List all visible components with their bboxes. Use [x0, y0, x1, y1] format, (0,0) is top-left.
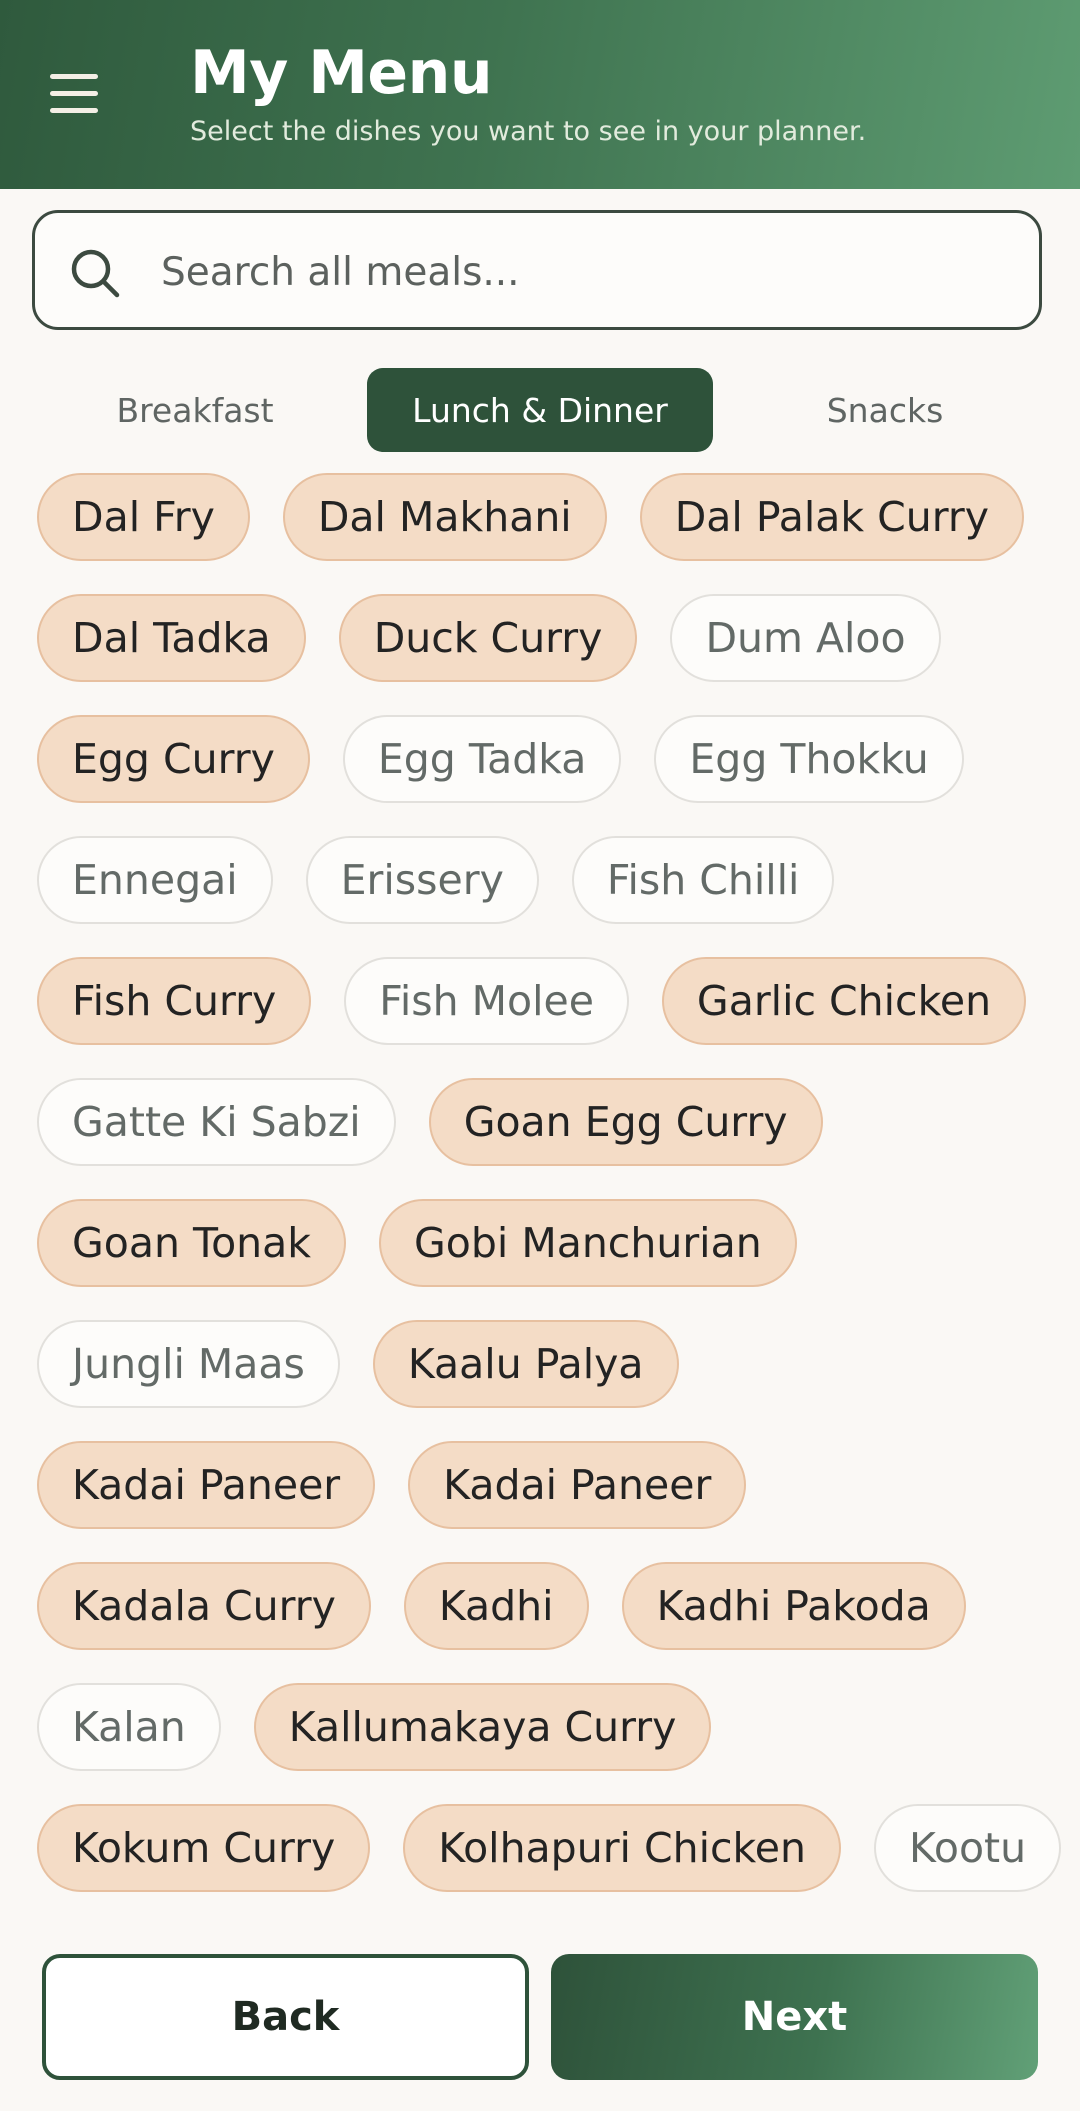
- chip-row: Kadala Curry Kadhi Kadhi Pakoda: [37, 1562, 1047, 1650]
- dish-chip[interactable]: Jungli Maas: [37, 1320, 340, 1408]
- dish-chip-list: Dal Fry Dal Makhani Dal Palak Curry Dal Tad…: [37, 473, 1062, 1925]
- chip-row: Goan Tonak Gobi Manchurian: [37, 1199, 1047, 1287]
- dish-chip[interactable]: Kokum Curry: [37, 1804, 371, 1892]
- chip-row: Ennegai Erissery Fish Chilli: [37, 836, 1047, 924]
- dish-chip[interactable]: Duck Curry: [338, 594, 638, 682]
- chip-row: Kokum Curry Kolhapuri Chicken Kootu: [37, 1804, 1062, 1892]
- dish-chip[interactable]: Dum Aloo: [670, 594, 941, 682]
- back-button[interactable]: Back: [42, 1954, 529, 2080]
- dish-chip[interactable]: Ennegai: [37, 836, 273, 924]
- page-subtitle: Select the dishes you want to see in you…: [190, 116, 867, 147]
- dish-chip[interactable]: Dal Fry: [37, 473, 250, 561]
- chip-row: Egg Curry Egg Tadka Egg Thokku: [37, 715, 1047, 803]
- dish-chip[interactable]: Kadhi: [403, 1562, 589, 1650]
- dish-chip[interactable]: Dal Makhani: [282, 473, 607, 561]
- dish-chip[interactable]: Goan Egg Curry: [428, 1078, 823, 1166]
- dish-chip[interactable]: Egg Thokku: [654, 715, 964, 803]
- dish-chip[interactable]: Kallumakaya Curry: [253, 1683, 712, 1771]
- dish-chip[interactable]: Kadai Paneer: [408, 1441, 747, 1529]
- dish-chip[interactable]: Garlic Chicken: [661, 957, 1027, 1045]
- next-button[interactable]: Next: [551, 1954, 1038, 2080]
- dish-chip[interactable]: Egg Tadka: [342, 715, 622, 803]
- dish-chip[interactable]: Kaalu Palya: [372, 1320, 679, 1408]
- dish-chip[interactable]: Kadhi Pakoda: [621, 1562, 966, 1650]
- chip-row: Gatte Ki Sabzi Goan Egg Curry: [37, 1078, 1047, 1166]
- app-header: My Menu Select the dishes you want to se…: [0, 0, 1080, 189]
- dish-chip[interactable]: Fish Chilli: [571, 836, 835, 924]
- search-bar[interactable]: [32, 210, 1042, 330]
- dish-chip[interactable]: Erissery: [305, 836, 539, 924]
- chip-row: Kalan Kallumakaya Curry: [37, 1683, 1047, 1771]
- dish-chip[interactable]: Kadai Paneer: [37, 1441, 376, 1529]
- tab-snacks[interactable]: Snacks: [750, 368, 1020, 452]
- page-title: My Menu: [190, 38, 493, 108]
- dish-chip[interactable]: Kadala Curry: [37, 1562, 371, 1650]
- chip-row: Dal Tadka Duck Curry Dum Aloo: [37, 594, 1047, 682]
- dish-chip[interactable]: Dal Palak Curry: [639, 473, 1024, 561]
- tab-lunch-dinner[interactable]: Lunch & Dinner: [367, 368, 713, 452]
- dish-chip[interactable]: Kalan: [37, 1683, 221, 1771]
- chip-row: Dal Fry Dal Makhani Dal Palak Curry: [37, 473, 1047, 561]
- chip-row: Fish Curry Fish Molee Garlic Chicken: [37, 957, 1047, 1045]
- dish-chip[interactable]: Kootu: [874, 1804, 1062, 1892]
- search-icon: [71, 249, 120, 298]
- dish-chip[interactable]: Goan Tonak: [37, 1199, 347, 1287]
- dish-chip[interactable]: Dal Tadka: [37, 594, 306, 682]
- dish-chip[interactable]: Kolhapuri Chicken: [403, 1804, 842, 1892]
- chip-row: Jungli Maas Kaalu Palya: [37, 1320, 1047, 1408]
- tab-breakfast[interactable]: Breakfast: [60, 368, 330, 452]
- dish-chip[interactable]: Egg Curry: [37, 715, 310, 803]
- dish-chip[interactable]: Fish Molee: [344, 957, 629, 1045]
- dish-chip[interactable]: Fish Curry: [37, 957, 312, 1045]
- hamburger-menu-icon[interactable]: [38, 66, 110, 122]
- dish-chip[interactable]: Gatte Ki Sabzi: [37, 1078, 396, 1166]
- dish-chip[interactable]: Gobi Manchurian: [379, 1199, 797, 1287]
- chip-row: Kadai Paneer Kadai Paneer: [37, 1441, 1047, 1529]
- search-input[interactable]: [159, 233, 1013, 311]
